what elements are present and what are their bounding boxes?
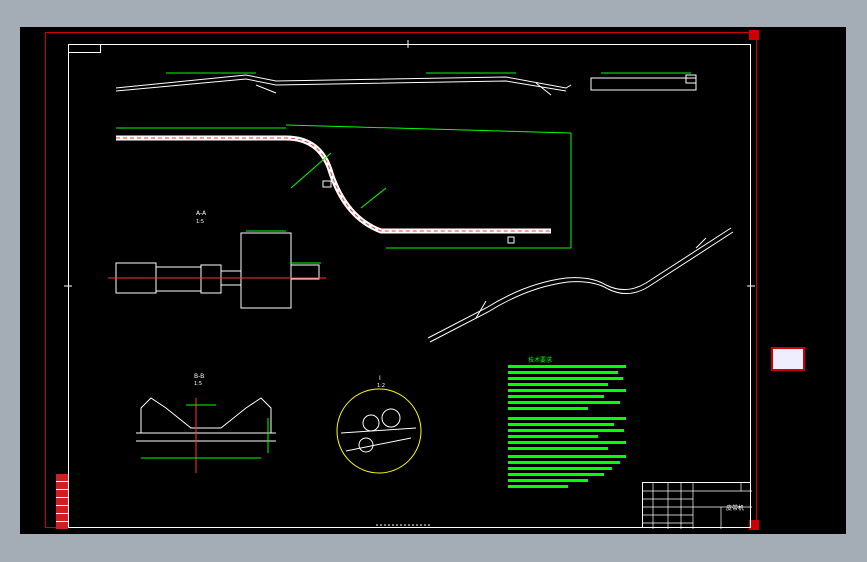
title-block: 皮带机 — [642, 482, 752, 529]
note-line — [508, 429, 624, 432]
note-line — [508, 417, 626, 420]
view-scale: 1:2 — [377, 383, 385, 389]
note-line — [508, 441, 626, 444]
drive-unit-view — [108, 230, 326, 309]
view-label: A-A — [196, 210, 207, 217]
view-scale: 1:5 — [194, 381, 202, 387]
section-a-view — [136, 397, 276, 473]
note-line — [508, 407, 588, 410]
conveyor-side-view — [590, 72, 697, 91]
note-line — [508, 479, 588, 482]
layout-thumbnail-active[interactable] — [771, 347, 805, 371]
view-label: B-B — [194, 373, 204, 380]
note-line — [508, 389, 626, 392]
note-line — [508, 401, 620, 404]
note-line — [508, 423, 614, 426]
note-line — [508, 485, 568, 488]
note-line — [508, 467, 612, 470]
cad-drawing[interactable]: A-A 1:5 B-B 1:5 I 1:2 — [46, 33, 758, 529]
note-line — [508, 455, 626, 458]
technical-notes: 技术要求 — [508, 355, 634, 493]
view-scale: 1:5 — [196, 219, 204, 225]
note-line — [508, 473, 604, 476]
note-line — [508, 461, 620, 464]
model-space[interactable]: A-A 1:5 B-B 1:5 I 1:2 技术要求 皮带机 — [20, 27, 846, 534]
note-line — [508, 435, 598, 438]
drawing-sheet: A-A 1:5 B-B 1:5 I 1:2 技术要求 皮带机 — [45, 30, 759, 530]
note-line — [508, 371, 618, 374]
conveyor-inclined-view — [427, 227, 734, 343]
detail-view — [336, 388, 422, 474]
drawing-name: 皮带机 — [725, 505, 744, 512]
note-line — [508, 447, 608, 450]
layout-thumbnail[interactable] — [808, 354, 838, 370]
conveyor-plan-view — [116, 124, 572, 249]
notes-heading: 技术要求 — [528, 357, 553, 364]
note-line — [508, 365, 626, 368]
note-line — [508, 377, 623, 380]
note-line — [508, 395, 604, 398]
conveyor-elevation-view — [115, 72, 572, 96]
view-label: I — [379, 375, 381, 382]
note-line — [508, 383, 608, 386]
